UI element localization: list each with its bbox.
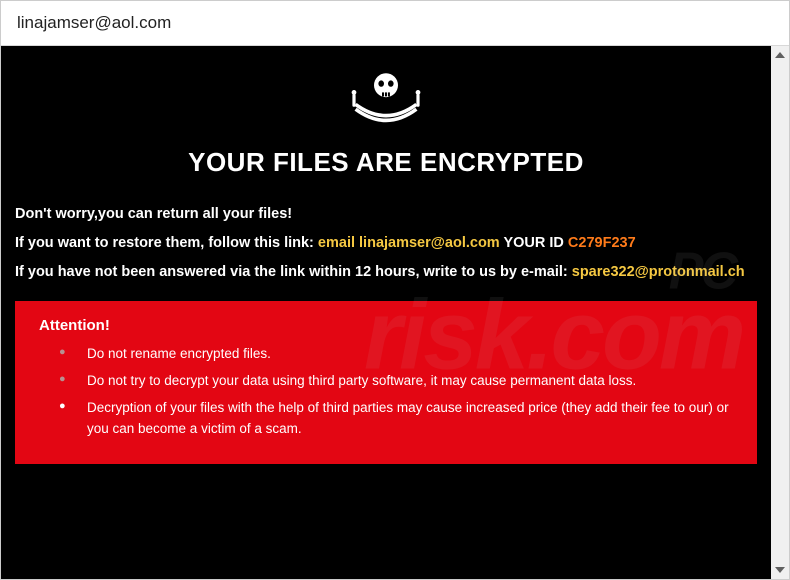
attention-title: Attention! [39, 317, 737, 334]
window: linajamser@aol.com PC risk.com [1, 1, 789, 579]
window-title: linajamser@aol.com [17, 13, 171, 32]
scrollbar-down-arrow-icon[interactable] [771, 561, 789, 579]
info-line-1: Don't worry,you can return all your file… [15, 204, 757, 226]
scrollbar-up-arrow-icon[interactable] [771, 46, 789, 64]
main-heading: YOUR FILES ARE ENCRYPTED [15, 147, 757, 178]
vertical-scrollbar[interactable] [771, 46, 789, 579]
primary-email: email linajamser@aol.com [318, 235, 500, 251]
attention-item: Decryption of your files with the help o… [59, 398, 737, 440]
info-line-2: If you want to restore them, follow this… [15, 233, 757, 255]
secondary-email: spare322@protonmail.ch [572, 264, 745, 280]
info-line-3: If you have not been answered via the li… [15, 262, 757, 284]
window-titlebar: linajamser@aol.com [1, 1, 789, 46]
content-wrapper: PC risk.com [1, 46, 789, 579]
ransom-note-content: PC risk.com [1, 46, 771, 579]
pirate-icon [15, 66, 757, 143]
attention-item: Do not try to decrypt your data using th… [59, 371, 737, 392]
attention-list: Do not rename encrypted files. Do not tr… [39, 344, 737, 440]
victim-id: C279F237 [568, 235, 636, 251]
attention-box: Attention! Do not rename encrypted files… [15, 301, 757, 464]
line2-prefix: If you want to restore them, follow this… [15, 235, 318, 251]
yourid-label: YOUR ID [500, 235, 568, 251]
line3-prefix: If you have not been answered via the li… [15, 264, 572, 280]
attention-item: Do not rename encrypted files. [59, 344, 737, 365]
